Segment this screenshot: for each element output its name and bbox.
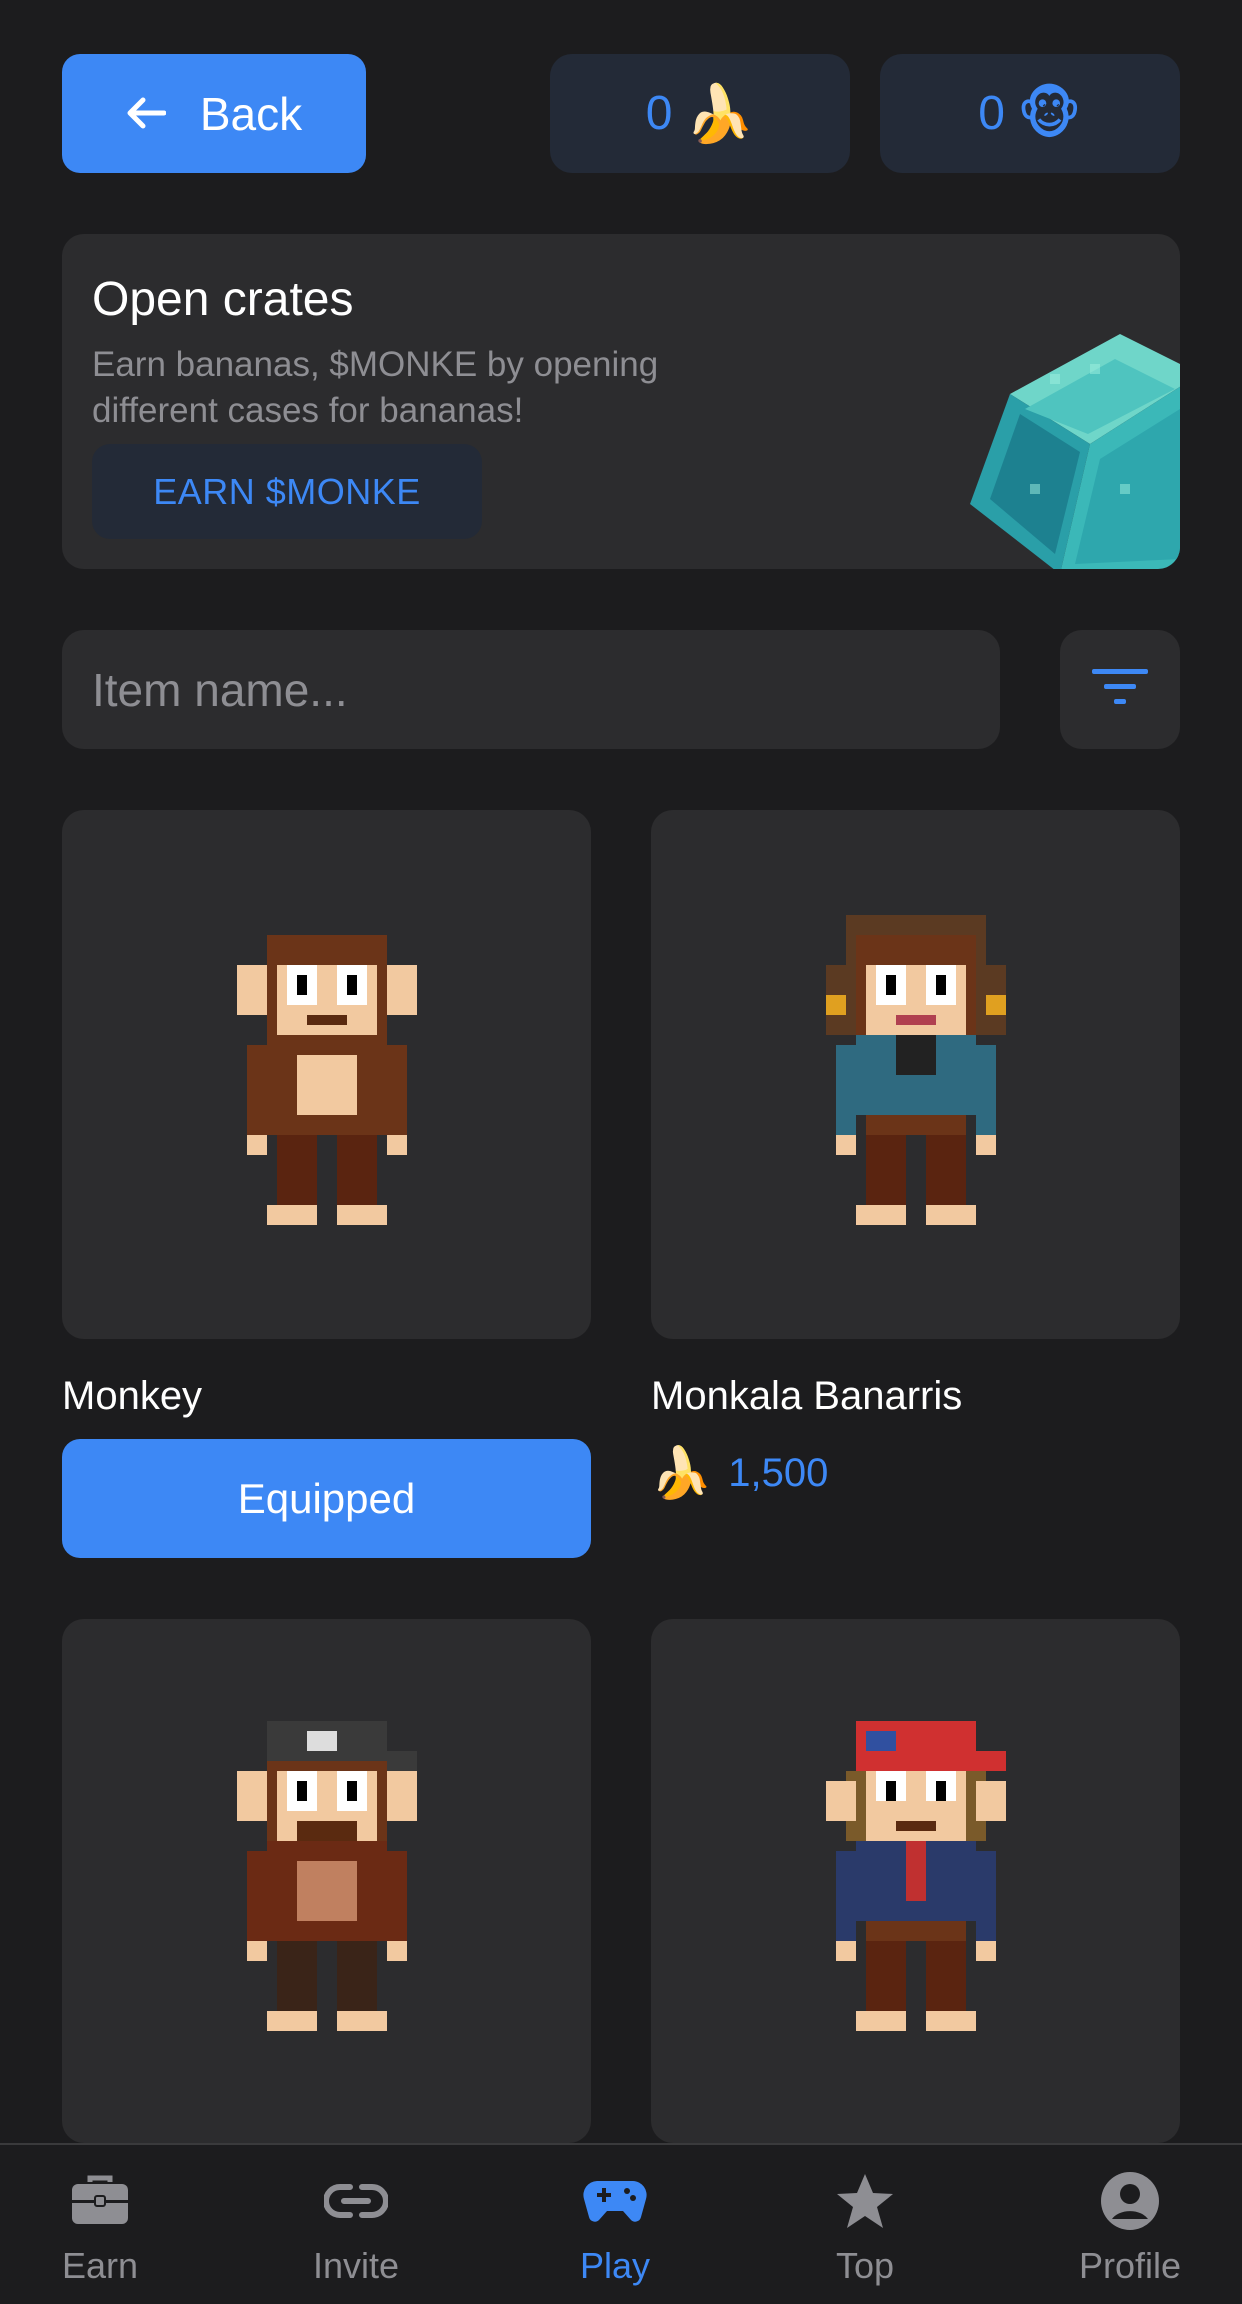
arrow-left-icon <box>126 87 167 141</box>
link-icon <box>324 2171 388 2231</box>
item-card-monkey[interactable] <box>62 810 591 1339</box>
banana-icon: 🍌 <box>684 81 755 145</box>
nav-earn[interactable]: Earn <box>0 2145 200 2304</box>
gamepad-icon <box>583 2171 647 2231</box>
nav-top-label: Top <box>835 2245 895 2286</box>
nav-profile-label: Profile <box>1078 2245 1182 2286</box>
item-card[interactable] <box>651 1619 1180 2143</box>
bottom-nav: Earn Invite Play Top Profile <box>0 2143 1242 2304</box>
open-crates-banner: Open crates Earn bananas, $MONKE by open… <box>62 234 1180 569</box>
nav-play-label: Play <box>579 2245 651 2286</box>
monkey-face-icon: 🐵 <box>1016 81 1082 145</box>
profile-icon <box>1100 2171 1160 2231</box>
filter-icon <box>1092 667 1148 712</box>
nav-earn-label: Earn <box>61 2245 139 2286</box>
monkey-sprite <box>236 934 417 1225</box>
nav-play[interactable]: Play <box>515 2145 715 2304</box>
crates-description: Earn bananas, $MONKE by opening differen… <box>92 345 659 430</box>
back-label: Back <box>199 87 303 140</box>
item-name: Monkey <box>62 1374 203 1418</box>
nav-top[interactable]: Top <box>765 2145 965 2304</box>
banana-balance: 0 🍌 <box>550 54 850 173</box>
earn-monke-button[interactable]: EARN $MONKE <box>92 444 482 539</box>
banana-count: 0 <box>645 87 673 140</box>
item-name: Monkala Banarris <box>651 1374 963 1418</box>
price-value: 1,500 <box>728 1450 829 1495</box>
item-card[interactable] <box>62 1619 591 2143</box>
crate-illustration <box>970 334 1180 569</box>
back-button[interactable]: Back <box>62 54 366 173</box>
shop-screen: Back 0 🍌 0 🐵 Open crates Earn bananas, $… <box>0 0 1242 2304</box>
item-card-monkala-banarris[interactable] <box>651 810 1180 1339</box>
item-search-input[interactable] <box>92 662 1000 717</box>
nav-invite-label: Invite <box>312 2245 400 2286</box>
filter-button[interactable] <box>1060 630 1180 749</box>
cap-monkey-sprite <box>236 1721 417 2031</box>
red-cap-monkey-sprite <box>825 1721 1006 2031</box>
briefcase-icon <box>70 2171 130 2231</box>
search-field[interactable] <box>62 630 1000 749</box>
crates-title: Open crates <box>92 273 354 326</box>
monke-count: 0 <box>978 87 1005 140</box>
star-icon <box>835 2171 895 2231</box>
monkala-sprite <box>825 914 1006 1225</box>
nav-profile[interactable]: Profile <box>1030 2145 1230 2304</box>
monke-balance: 0 🐵 <box>880 54 1180 173</box>
banana-icon: 🍌 <box>650 1445 713 1501</box>
item-price: 🍌 1,500 <box>650 1448 828 1498</box>
nav-invite[interactable]: Invite <box>256 2145 456 2304</box>
equipped-button[interactable]: Equipped <box>62 1439 591 1558</box>
